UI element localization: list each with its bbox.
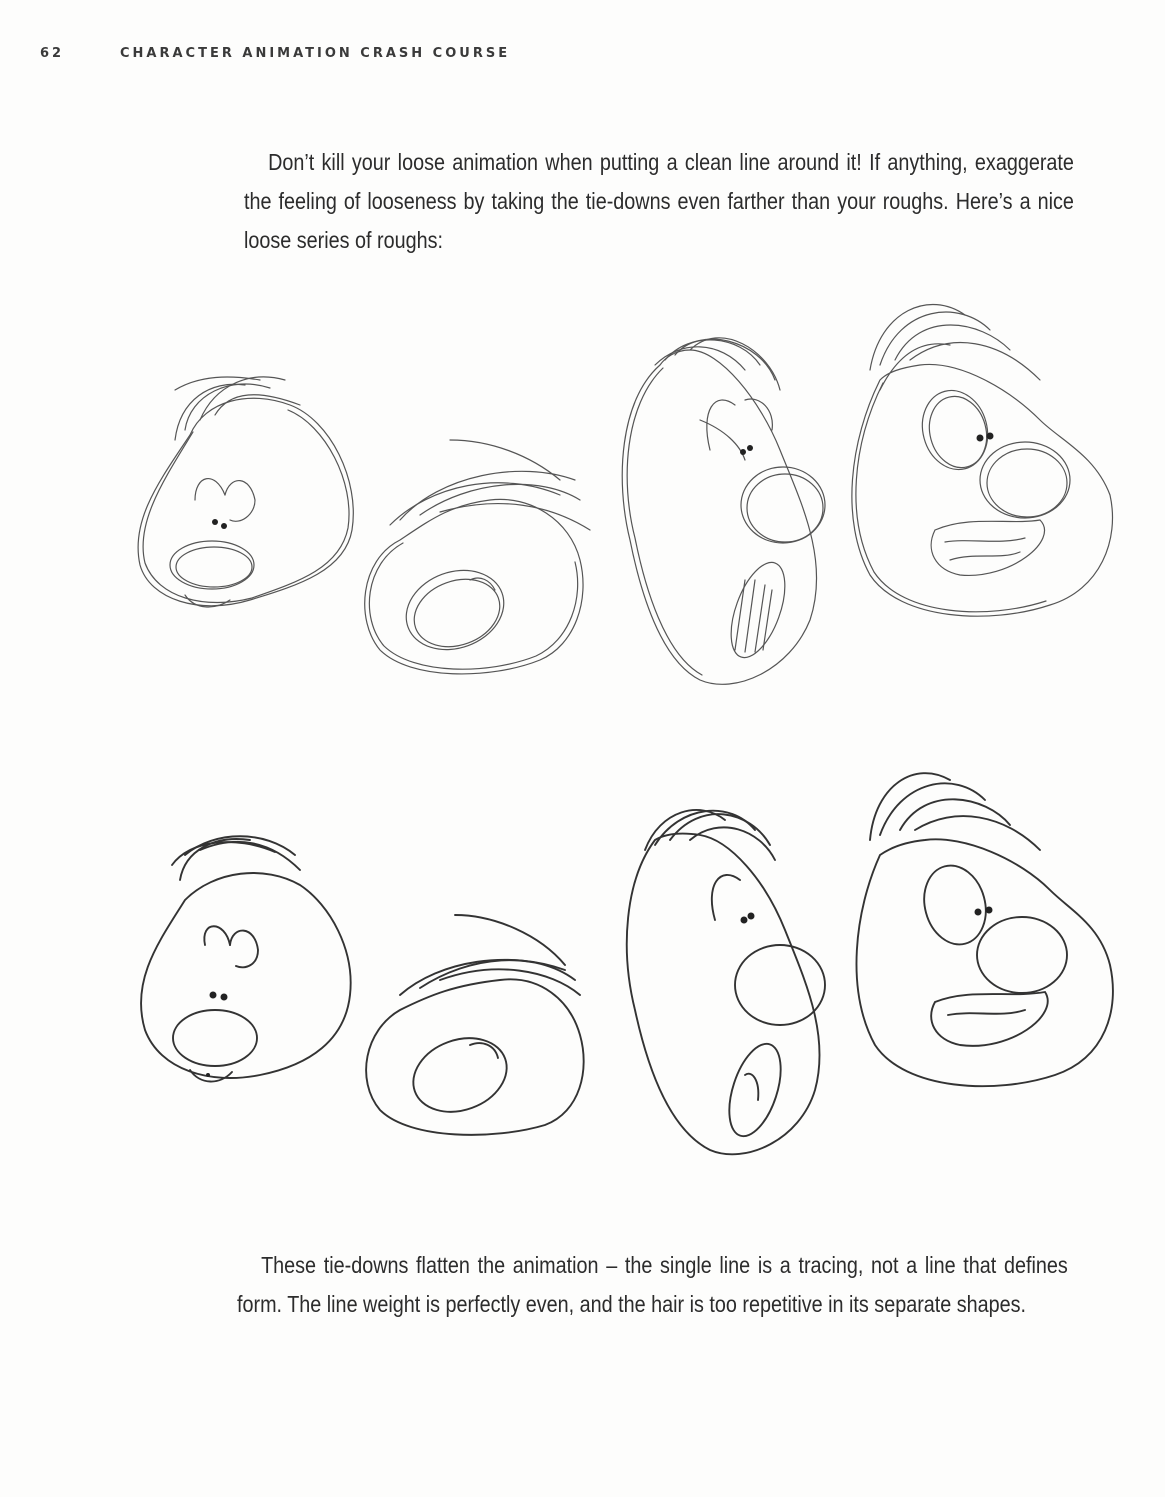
rough-head-4 bbox=[851, 303, 1114, 617]
intro-paragraph: Don’t kill your loose animation when put… bbox=[244, 143, 1074, 260]
running-title: CHARACTER ANIMATION CRASH COURSE bbox=[120, 46, 511, 61]
rough-head-3 bbox=[621, 337, 826, 685]
closing-paragraph-text: These tie-downs flatten the animation – … bbox=[237, 1252, 1068, 1317]
intro-paragraph-text: Don’t kill your loose animation when put… bbox=[244, 149, 1074, 253]
rough-sketch-illustration bbox=[137, 303, 1114, 685]
closing-paragraph: These tie-downs flatten the animation – … bbox=[237, 1246, 1068, 1324]
rough-head-1 bbox=[137, 376, 354, 608]
clean-head-3 bbox=[625, 809, 826, 1156]
clean-head-1 bbox=[140, 835, 352, 1083]
clean-head-2 bbox=[365, 914, 585, 1136]
page-number: 62 bbox=[40, 46, 65, 61]
clean-head-4 bbox=[855, 772, 1114, 1088]
running-head: 62 CHARACTER ANIMATION CRASH COURSE bbox=[40, 46, 510, 61]
clean-tiedown-row bbox=[0, 740, 1165, 1160]
clean-tiedown-illustration bbox=[140, 772, 1114, 1156]
rough-sketch-row bbox=[0, 280, 1165, 700]
rough-head-2 bbox=[364, 439, 591, 675]
